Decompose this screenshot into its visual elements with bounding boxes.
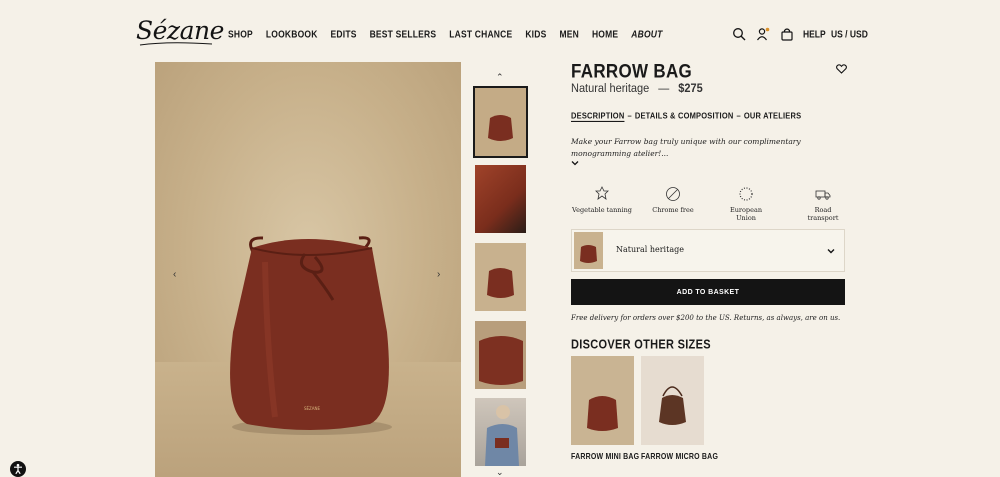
thumbnail-bag: [479, 336, 523, 385]
nav-last-chance[interactable]: LAST CHANCE: [449, 28, 512, 40]
logo-swash: [139, 42, 213, 46]
size-card-label[interactable]: FARROW MINI BAG: [571, 453, 639, 461]
product-description: Make your Farrow bag truly unique with o…: [571, 137, 801, 158]
feature-european-union: European Union: [720, 186, 772, 222]
chevron-down-icon: [827, 249, 835, 254]
product-subtitle: Natural heritage — $275: [571, 82, 703, 95]
site-header: Sézane SHOP LOOKBOOK EDITS BEST SELLERS …: [0, 0, 1000, 62]
feature-label: Vegetable tanning: [572, 206, 632, 214]
prev-photo-arrow[interactable]: ‹: [173, 269, 176, 280]
color-selector[interactable]: Natural heritage: [571, 229, 845, 272]
feature-road-transport: Road transport: [799, 186, 847, 222]
price-separator: —: [658, 82, 670, 96]
thumbnail-model: [485, 405, 519, 466]
nav-men[interactable]: MEN: [559, 28, 579, 40]
mini-bag-illustration: [587, 396, 618, 431]
size-card-micro[interactable]: FARROW MICRO BAG: [641, 356, 718, 462]
wishlist-heart-icon[interactable]: [836, 64, 847, 74]
help-link[interactable]: HELP: [803, 28, 826, 40]
selected-color-label: Natural heritage: [616, 245, 684, 254]
accessibility-icon: [14, 463, 22, 475]
product-price: $275: [678, 82, 703, 96]
header-icons: [732, 27, 794, 41]
chrome-free-icon: [666, 187, 680, 201]
tab-separator: –: [627, 111, 632, 121]
other-sizes-title: DISCOVER OTHER SIZES: [571, 338, 711, 352]
size-card-image[interactable]: [641, 356, 704, 445]
search-icon[interactable]: [732, 27, 746, 41]
nav-best-sellers[interactable]: BEST SELLERS: [370, 28, 437, 40]
account-icon[interactable]: [756, 27, 770, 41]
leaf-icon: [595, 186, 609, 200]
micro-bag-illustration: [659, 386, 686, 425]
bucket-bag-illustration: SÉZANE: [230, 236, 392, 435]
feature-label: Road transport: [807, 206, 839, 222]
thumbnail-bag: [487, 268, 514, 298]
nav-kids[interactable]: KIDS: [525, 28, 546, 40]
product-title: FARROW BAG: [571, 60, 693, 82]
thumbs-down-arrow[interactable]: ⌄: [496, 467, 504, 477]
tab-details-composition[interactable]: DETAILS & COMPOSITION: [635, 111, 734, 121]
thumbnail-3[interactable]: [475, 243, 526, 311]
nav-home[interactable]: HOME: [592, 28, 618, 40]
basket-icon[interactable]: [780, 27, 794, 41]
product-tabs: DESCRIPTION – DETAILS & COMPOSITION – OU…: [571, 111, 801, 121]
thumbnail-bag: [488, 115, 513, 141]
feature-label: European Union: [729, 206, 763, 222]
size-card-image[interactable]: [571, 356, 634, 445]
color-swatch: [574, 232, 603, 269]
eu-stars-icon: [739, 187, 753, 201]
thumbnail-5[interactable]: [475, 398, 526, 466]
thumbnail-4[interactable]: [475, 321, 526, 389]
feature-vegetable-tanning: Vegetable tanning: [570, 186, 634, 214]
tab-our-ateliers[interactable]: OUR ATELIERS: [744, 111, 801, 121]
thumbs-up-arrow[interactable]: ⌃: [496, 72, 504, 83]
accessibility-button[interactable]: [10, 461, 26, 477]
nav-edits[interactable]: EDITS: [331, 28, 357, 40]
truck-icon: [815, 190, 831, 200]
main-product-photo: SÉZANE ‹ ›: [155, 62, 461, 477]
main-nav: SHOP LOOKBOOK EDITS BEST SELLERS LAST CH…: [228, 28, 663, 40]
nav-lookbook[interactable]: LOOKBOOK: [266, 28, 318, 40]
feature-label: Chrome free: [652, 206, 694, 214]
nav-shop[interactable]: SHOP: [228, 28, 253, 40]
locale-selector[interactable]: US / USD: [831, 28, 868, 40]
expand-description-chevron-icon[interactable]: [571, 160, 579, 166]
product-variant: Natural heritage: [571, 82, 650, 96]
size-card-label[interactable]: FARROW MICRO BAG: [641, 453, 718, 461]
tab-separator: –: [736, 111, 741, 121]
feature-chrome-free: Chrome free: [651, 186, 695, 214]
size-card-mini[interactable]: FARROW MINI BAG: [571, 356, 639, 462]
next-photo-arrow[interactable]: ›: [437, 269, 440, 280]
nav-about[interactable]: ABOUT: [631, 28, 662, 40]
thumbnail-1[interactable]: [473, 86, 528, 158]
thumbnail-2[interactable]: [475, 165, 526, 233]
svg-text:SÉZANE: SÉZANE: [304, 406, 321, 411]
add-to-basket-button[interactable]: ADD TO BASKET: [571, 279, 845, 305]
tab-description[interactable]: DESCRIPTION: [571, 111, 624, 121]
swatch-bag: [580, 245, 597, 263]
delivery-note: Free delivery for orders over $200 to th…: [571, 314, 841, 322]
